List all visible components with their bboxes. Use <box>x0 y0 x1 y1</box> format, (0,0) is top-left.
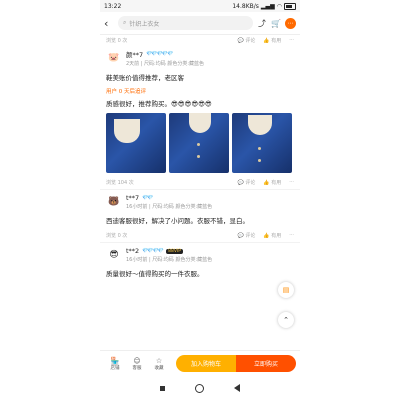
favorite-button[interactable]: ☆ 收藏 <box>148 357 170 371</box>
add-to-cart-button[interactable]: 加入购物车 <box>176 355 236 372</box>
review-meta: 16小时前 | 尺码:均码 颜色分类:藏蓝色 <box>126 204 213 210</box>
reviewer-name: t**7 <box>126 194 140 202</box>
review-meta: 2天前 | 尺码:均码 颜色分类:藏蓝色 <box>126 61 205 67</box>
views-count: 浏览 0 次 <box>106 232 128 239</box>
review-meta: 16小时前 | 尺码:均码 颜色分类:藏蓝色 <box>126 257 213 263</box>
diamond-level-icon: 💎💎💎💎 <box>142 248 164 254</box>
review-actions: 浏览 0 次 💬 评论 👍 有用 ··· <box>106 230 294 240</box>
back-to-top-icon[interactable]: ⌃ <box>278 312 294 328</box>
search-input[interactable]: ⌕ 针织上衣女 <box>118 16 253 30</box>
review-image[interactable] <box>232 113 292 173</box>
append-review-label: 用户 0 天后追评 <box>106 89 146 95</box>
review-text: 鞋美账价值得推荐，老区客 <box>106 74 184 82</box>
avatar[interactable]: 🐻 <box>106 194 122 210</box>
useful-button[interactable]: 👍 有用 <box>263 232 281 239</box>
avatar[interactable]: 😎 <box>106 247 122 263</box>
status-time: 13:22 <box>104 2 122 10</box>
review-image[interactable] <box>169 113 229 173</box>
phone-screen: 13:22 14.8KB/s ▂▄▆ ◠ ‹ ⌕ 针织上衣女 ⤴ 🛒 ⋯ 浏览 … <box>100 0 300 400</box>
review-item: 🐷 颜**7 💎💎💎💎💎 2天前 | 尺码:均码 颜色分类:藏蓝色 鞋美账价值得… <box>100 45 300 190</box>
recent-apps-icon[interactable] <box>160 385 165 391</box>
more-icon[interactable]: ··· <box>289 179 294 185</box>
cart-icon[interactable]: 🛒 <box>271 19 281 28</box>
battery-icon <box>284 2 296 10</box>
service-icon: ☺ <box>133 356 141 365</box>
comment-button[interactable]: 💬 评论 <box>238 179 256 186</box>
service-button[interactable]: ☺ 客服 <box>126 357 148 371</box>
status-bar: 13:22 14.8KB/s ▂▄▆ ◠ <box>100 0 300 12</box>
shop-icon: 🏪 <box>110 356 120 365</box>
network-speed: 14.8KB/s <box>232 2 259 10</box>
search-icon: ⌕ <box>123 19 127 26</box>
back-nav-icon[interactable] <box>234 384 240 392</box>
comment-button[interactable]: 💬 评论 <box>238 37 256 44</box>
review-actions: 浏览 104 次 💬 评论 👍 有用 ··· <box>106 177 294 187</box>
vip-badge: 88VIP <box>166 248 183 254</box>
system-nav-bar <box>100 376 300 400</box>
reviewer-name: t**2 <box>126 247 140 255</box>
avatar[interactable]: 🐷 <box>106 50 122 66</box>
reviewer-name: 颜**7 <box>126 51 144 59</box>
review-text: 西迪客服很好，解决了小问题。衣服不错，显白。 <box>106 217 249 225</box>
append-review-text: 质感很好，推荐购买。😎😎😎😎😎😎 <box>106 100 212 108</box>
review-item: 😎 t**2 💎💎💎💎 88VIP 16小时前 | 尺码:均码 颜色分类:藏蓝色… <box>100 243 300 285</box>
diamond-level-icon: 💎💎💎💎💎 <box>146 51 173 57</box>
diamond-level-icon: 💎💎 <box>142 195 153 201</box>
search-placeholder: 针织上衣女 <box>129 20 160 28</box>
comment-button[interactable]: 💬 评论 <box>238 232 256 239</box>
useful-button[interactable]: 👍 有用 <box>263 179 281 186</box>
coupon-float-icon[interactable]: ▤ <box>278 282 294 298</box>
useful-button[interactable]: 👍 有用 <box>263 37 281 44</box>
signal-icon: ▂▄▆ <box>260 2 275 10</box>
shop-button[interactable]: 🏪 店铺 <box>104 357 126 371</box>
star-icon: ☆ <box>155 356 163 365</box>
wifi-icon: ◠ <box>276 2 282 10</box>
more-icon[interactable]: ··· <box>289 232 294 238</box>
back-icon[interactable]: ‹ <box>104 17 114 30</box>
top-bar: ‹ ⌕ 针织上衣女 ⤴ 🛒 ⋯ <box>100 12 300 35</box>
more-icon[interactable]: ··· <box>289 37 294 43</box>
buy-now-button[interactable]: 立即购买 <box>236 355 296 372</box>
views-count: 浏览 104 次 <box>106 179 134 186</box>
share-icon[interactable]: ⤴ <box>257 18 267 29</box>
review-images <box>106 113 294 173</box>
bottom-action-bar: 🏪 店铺 ☺ 客服 ☆ 收藏 加入购物车 立即购买 <box>100 350 300 376</box>
home-icon[interactable] <box>195 383 204 393</box>
review-item: 🐻 t**7 💎💎 16小时前 | 尺码:均码 颜色分类:藏蓝色 西迪客服很好，… <box>100 190 300 243</box>
more-menu-icon[interactable]: ⋯ <box>285 17 296 29</box>
views-count: 浏览 0 次 <box>106 37 128 44</box>
review-text: 质量很好～值得购买的一件衣服。 <box>106 270 204 278</box>
review-actions-top: 浏览 0 次 💬 评论 👍 有用 ··· <box>100 35 300 45</box>
review-image[interactable] <box>106 113 166 173</box>
